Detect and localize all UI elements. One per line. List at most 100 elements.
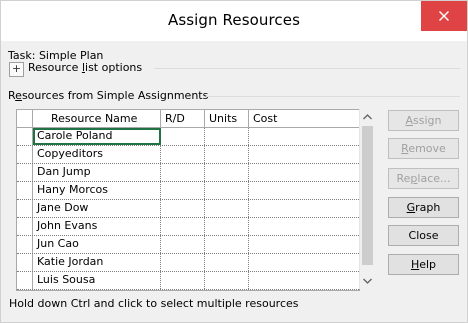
cell-rd[interactable]	[161, 200, 205, 217]
row-selector[interactable]	[17, 254, 33, 271]
help-label-rest: elp	[419, 258, 437, 271]
cell-rd[interactable]	[161, 146, 205, 163]
cell-cost[interactable]	[249, 164, 359, 181]
cell-cost[interactable]	[249, 200, 359, 217]
table-row[interactable]: Jane Dow	[17, 200, 359, 218]
assign-label-rest: ssign	[413, 114, 442, 127]
cell-resource-name[interactable]: Copyeditors	[33, 146, 161, 163]
cell-rd[interactable]	[161, 218, 205, 235]
cell-cost[interactable]	[249, 290, 359, 291]
row-selector[interactable]	[17, 272, 33, 289]
cell-rd[interactable]	[161, 236, 205, 253]
table-row[interactable]: Katie Jordan	[17, 254, 359, 272]
table-row[interactable]: Copyeditors	[17, 146, 359, 164]
cell-rd[interactable]	[161, 290, 205, 291]
cell-rd[interactable]	[161, 272, 205, 289]
cell-resource-name[interactable]: Jun Cao	[33, 236, 161, 253]
graph-button[interactable]: Graph	[388, 197, 459, 218]
cell-units[interactable]	[205, 146, 249, 163]
cell-cost[interactable]	[249, 236, 359, 253]
grid-header-selector	[17, 110, 33, 127]
graph-accel: G	[406, 201, 416, 214]
cell-resource-name[interactable]: Katie Jordan	[33, 254, 161, 271]
cell-cost[interactable]	[249, 146, 359, 163]
assign-accel: A	[405, 114, 414, 127]
resource-list-options-label[interactable]: Resource list options	[28, 61, 142, 74]
cell-rd[interactable]	[161, 182, 205, 199]
scroll-down-button[interactable]	[360, 273, 375, 289]
cell-resource-name[interactable]: Jane Dow	[33, 200, 161, 217]
close-icon	[439, 11, 449, 21]
resources-group-divider	[206, 96, 460, 97]
cell-units[interactable]	[205, 164, 249, 181]
table-row[interactable]: Jun Cao	[17, 236, 359, 254]
cell-units[interactable]	[205, 182, 249, 199]
cell-units[interactable]	[205, 272, 249, 289]
grid-header-row: Resource Name R/D Units Cost	[17, 110, 359, 128]
cell-cost[interactable]	[249, 128, 359, 145]
column-header-rd[interactable]: R/D	[161, 110, 205, 127]
row-selector[interactable]	[17, 290, 33, 291]
cell-rd[interactable]	[161, 164, 205, 181]
assign-button[interactable]: Assign	[388, 110, 459, 131]
remove-button[interactable]: Remove	[388, 138, 459, 159]
column-header-cost[interactable]: Cost	[249, 110, 359, 127]
row-selector[interactable]	[17, 128, 33, 145]
cell-cost[interactable]	[249, 182, 359, 199]
grid-vertical-scrollbar[interactable]	[359, 109, 375, 289]
help-button[interactable]: Help	[388, 254, 459, 275]
cell-units[interactable]	[205, 236, 249, 253]
close-button[interactable]: Close	[388, 225, 459, 246]
expand-resource-list-options-toggle[interactable]: +	[9, 62, 24, 77]
rlo-label-part-2: ist options	[85, 61, 143, 74]
cell-cost[interactable]	[249, 218, 359, 235]
replace-label-before: Re	[396, 172, 411, 185]
group-label-accel: e	[15, 89, 22, 102]
cell-units[interactable]	[205, 218, 249, 235]
row-selector[interactable]	[17, 164, 33, 181]
resources-group-label: Resources from Simple Assignments	[8, 89, 208, 102]
chevron-down-icon	[363, 278, 372, 284]
row-selector[interactable]	[17, 200, 33, 217]
graph-label-rest: raph	[415, 201, 441, 214]
row-selector[interactable]	[17, 146, 33, 163]
cell-units[interactable]	[205, 254, 249, 271]
cell-rd[interactable]	[161, 254, 205, 271]
cell-units[interactable]	[205, 128, 249, 145]
cell-resource-name[interactable]: Hany Morcos	[33, 182, 161, 199]
close-window-button[interactable]	[421, 1, 467, 31]
cell-resource-name[interactable]: Carole Poland	[33, 128, 161, 145]
table-row[interactable]: Printing Service	[17, 290, 359, 291]
replace-label-rest: lace...	[417, 172, 451, 185]
cell-resource-name[interactable]: Luis Sousa	[33, 272, 161, 289]
row-selector[interactable]	[17, 236, 33, 253]
chevron-up-icon	[363, 114, 372, 120]
resource-list-options-divider	[154, 68, 460, 69]
help-accel: H	[410, 258, 420, 271]
dialog-body: Task: Simple Plan + Resource list option…	[1, 41, 467, 322]
row-selector[interactable]	[17, 218, 33, 235]
cell-units[interactable]	[205, 200, 249, 217]
scroll-up-button[interactable]	[360, 109, 375, 125]
table-row[interactable]: John Evans	[17, 218, 359, 236]
table-row[interactable]: Hany Morcos	[17, 182, 359, 200]
resources-grid[interactable]: Resource Name R/D Units Cost Carole Pola…	[16, 109, 360, 291]
cell-resource-name[interactable]: Printing Service	[33, 290, 161, 291]
replace-button[interactable]: Replace...	[388, 168, 459, 189]
table-row[interactable]: Carole Poland	[17, 128, 359, 146]
row-selector[interactable]	[17, 182, 33, 199]
table-row[interactable]: Dan Jump	[17, 164, 359, 182]
grid-body: Carole Poland Copyeditors Dan Jump Hany Mor…	[17, 128, 359, 291]
cell-cost[interactable]	[249, 272, 359, 289]
table-row[interactable]: Luis Sousa	[17, 272, 359, 290]
cell-units[interactable]	[205, 290, 249, 291]
column-header-units[interactable]: Units	[205, 110, 249, 127]
cell-cost[interactable]	[249, 254, 359, 271]
cell-resource-name[interactable]: Dan Jump	[33, 164, 161, 181]
column-header-resource-name[interactable]: Resource Name	[33, 110, 161, 127]
scrollbar-thumb[interactable]	[362, 126, 373, 265]
dialog-title: Assign Resources	[167, 11, 301, 29]
cell-resource-name[interactable]: John Evans	[33, 218, 161, 235]
selection-hint-text: Hold down Ctrl and click to select multi…	[9, 297, 299, 310]
cell-rd[interactable]	[161, 128, 205, 145]
